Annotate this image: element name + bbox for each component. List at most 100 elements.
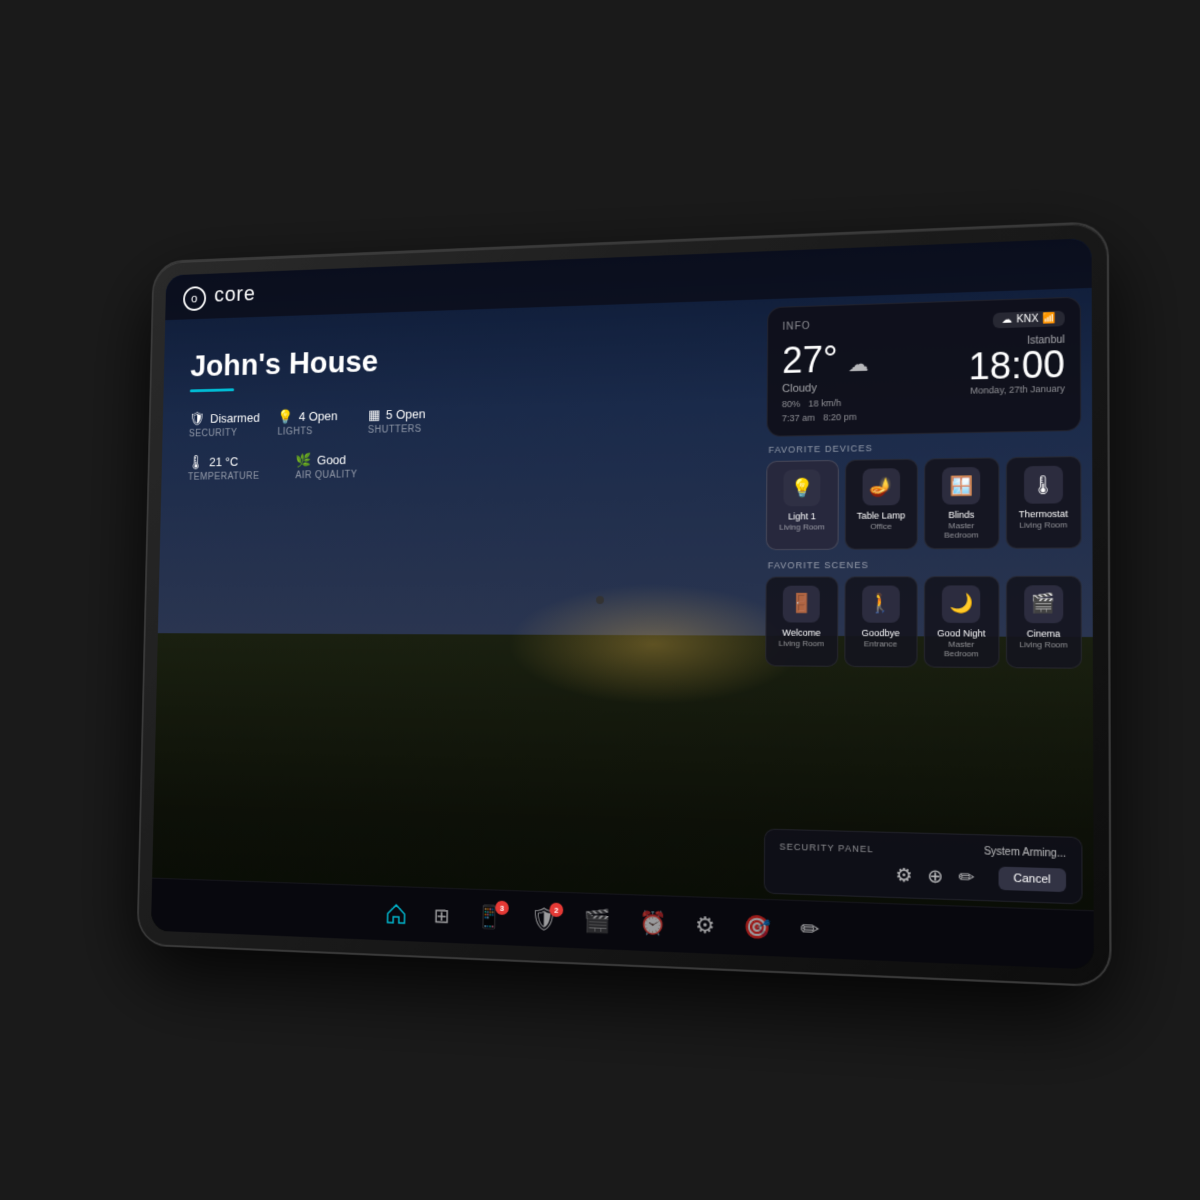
temperature-label: TEMPERATURE <box>188 471 260 483</box>
lights-label: LIGHTS <box>277 426 349 438</box>
security-panel-label: SECURITY PANEL <box>779 841 873 854</box>
info-widget: INFO ☁ KNX 📶 27° ☁ Cloudy <box>767 297 1082 437</box>
goodbye-icon: 🚶 <box>862 585 900 622</box>
nav-grid[interactable]: ⊞ <box>433 903 449 929</box>
nav-settings[interactable]: ⚙ <box>695 912 715 940</box>
thermostat-name: Thermostat <box>1013 508 1074 520</box>
grid-icon: ⊞ <box>433 903 449 929</box>
lights-icon: 💡 <box>278 409 294 426</box>
tablelamp-icon: 🪔 <box>862 468 900 505</box>
security-settings-icon[interactable]: ⚙ <box>895 864 912 887</box>
welcome-room: Living Room <box>772 638 830 648</box>
scenarios-icon: 🎯 <box>743 914 771 942</box>
security-pen-icon[interactable]: ✏ <box>958 866 974 889</box>
left-content-panel: John's House 🛡 Disarmed SECURITY 💡 4 Ope… <box>188 341 443 482</box>
goodbye-room: Entrance <box>851 639 910 649</box>
humidity-value: 80% <box>782 399 800 410</box>
air-quality-label: AIR QUALITY <box>295 470 357 481</box>
cinema-name: Cinema <box>1013 628 1074 640</box>
cancel-button[interactable]: Cancel <box>998 867 1066 893</box>
bottom-status-row: 🌡 21 °C TEMPERATURE 🌿 Good AIR QUALITY <box>188 450 442 483</box>
tablelamp-room: Office <box>852 521 911 531</box>
home-icon <box>384 902 407 927</box>
security-panel-popup: SECURITY PANEL System Arming... ⚙ ⊕ ✏ Ca… <box>764 829 1083 905</box>
air-quality-status[interactable]: 🌿 Good AIR QUALITY <box>295 451 357 481</box>
shutters-icon: ▦ <box>368 407 380 424</box>
devices-grid: 💡 Light 1 Living Room 🪔 Table Lamp Offic… <box>766 456 1082 550</box>
nav-clock[interactable]: ⏰ <box>639 910 667 938</box>
sunrise-value: 7:37 am <box>782 413 815 424</box>
right-panel: INFO ☁ KNX 📶 27° ☁ Cloudy <box>765 297 1082 679</box>
device-card-tablelamp[interactable]: 🪔 Table Lamp Office <box>844 459 918 550</box>
devices-section-label: FAVORITE DEVICES <box>766 439 1081 455</box>
edit-icon: ✏ <box>800 916 819 944</box>
tablelamp-name: Table Lamp <box>852 510 911 522</box>
goodbye-name: Goodbye <box>851 628 910 639</box>
signal-icon: 📶 <box>1043 313 1056 325</box>
cinema-icon: 🎬 <box>1024 585 1063 623</box>
cinema-room: Living Room <box>1013 639 1074 649</box>
device-card-blinds[interactable]: 🪟 Blinds Master Bedroom <box>924 457 999 549</box>
wind-value: 18 km/h <box>808 398 841 409</box>
welcome-name: Welcome <box>772 627 830 638</box>
house-glow <box>506 583 805 706</box>
scenes-section-label: FAVORITE SCENES <box>766 559 1082 571</box>
nav-scenarios[interactable]: 🎯 <box>743 914 771 942</box>
shutters-status[interactable]: ▦ 5 Open SHUTTERS <box>368 405 442 436</box>
nav-security[interactable]: 🛡 2 <box>530 906 558 933</box>
blinds-room: Master Bedroom <box>931 521 991 540</box>
cloud-icon-weather: ☁ <box>848 353 869 376</box>
security-value: Disarmed <box>210 410 260 425</box>
scene-welcome[interactable]: 🚪 Welcome Living Room <box>765 576 838 666</box>
air-quality-icon: 🌿 <box>296 452 312 469</box>
nav-home[interactable] <box>384 902 407 927</box>
device-card-light1[interactable]: 💡 Light 1 Living Room <box>766 460 839 550</box>
nav-media[interactable]: 🎬 <box>584 908 611 935</box>
thermostat-icon: 🌡 <box>1024 466 1063 504</box>
date-display: Monday, 27th January <box>968 383 1064 396</box>
temp-value: 27° <box>782 338 838 381</box>
nav-edit[interactable]: ✏ <box>800 916 819 944</box>
clock-icon: ⏰ <box>639 910 667 938</box>
nav-devices[interactable]: 📱 3 <box>476 904 503 931</box>
temperature-status[interactable]: 🌡 21 °C TEMPERATURE <box>188 453 260 483</box>
knx-label: KNX <box>1016 314 1038 326</box>
scene-cinema[interactable]: 🎬 Cinema Living Room <box>1005 576 1082 669</box>
knx-badge: ☁ KNX 📶 <box>993 311 1065 329</box>
weather-condition: Cloudy <box>782 381 869 395</box>
favorite-scenes-section: FAVORITE SCENES 🚪 Welcome Living Room 🚶 … <box>765 559 1082 669</box>
temperature-main: 27° ☁ <box>782 340 869 379</box>
temperature-value: 21 °C <box>209 454 238 469</box>
tablet-device: o core John's House 🛡 Disarmed SECURITY <box>138 223 1109 985</box>
security-status[interactable]: 🛡 Disarmed SECURITY <box>189 409 260 439</box>
shutters-value: 5 Open <box>386 407 426 422</box>
scene-goodbye[interactable]: 🚶 Goodbye Entrance <box>844 576 918 667</box>
light1-room: Living Room <box>773 522 831 532</box>
air-quality-value: Good <box>317 452 346 467</box>
temperature-icon: 🌡 <box>188 454 204 470</box>
lights-value: 4 Open <box>299 409 338 424</box>
devices-badge: 3 <box>495 901 509 916</box>
house-name: John's House <box>190 341 443 384</box>
lights-status[interactable]: 💡 4 Open LIGHTS <box>277 407 350 437</box>
blue-accent-line <box>190 388 234 392</box>
security-icon: 🛡 <box>189 411 205 427</box>
goodnight-room: Master Bedroom <box>931 639 991 658</box>
goodnight-icon: 🌙 <box>942 585 980 623</box>
blinds-icon: 🪟 <box>942 467 980 505</box>
settings-icon: ⚙ <box>695 912 715 940</box>
scene-goodnight[interactable]: 🌙 Good Night Master Bedroom <box>924 576 999 668</box>
status-grid: 🛡 Disarmed SECURITY 💡 4 Open LIGHTS ▦ <box>189 405 442 439</box>
cloud-icon: ☁ <box>1001 314 1012 326</box>
favorite-devices-section: FAVORITE DEVICES 💡 Light 1 Living Room 🪔… <box>766 439 1082 550</box>
goodnight-name: Good Night <box>931 628 991 639</box>
security-group-icon[interactable]: ⊕ <box>927 865 943 888</box>
device-card-thermostat[interactable]: 🌡 Thermostat Living Room <box>1005 456 1081 549</box>
light1-icon: 💡 <box>784 469 821 506</box>
time-block: Istanbul 18:00 Monday, 27th January <box>968 334 1064 395</box>
media-icon: 🎬 <box>584 908 611 935</box>
camera-dot <box>596 596 604 604</box>
security-icons-row: ⚙ ⊕ ✏ Cancel <box>779 860 1066 892</box>
security-label: SECURITY <box>189 427 260 439</box>
weather-block: 27° ☁ Cloudy 80% 18 km/h 7:37 am 8:20 pm <box>782 340 869 423</box>
